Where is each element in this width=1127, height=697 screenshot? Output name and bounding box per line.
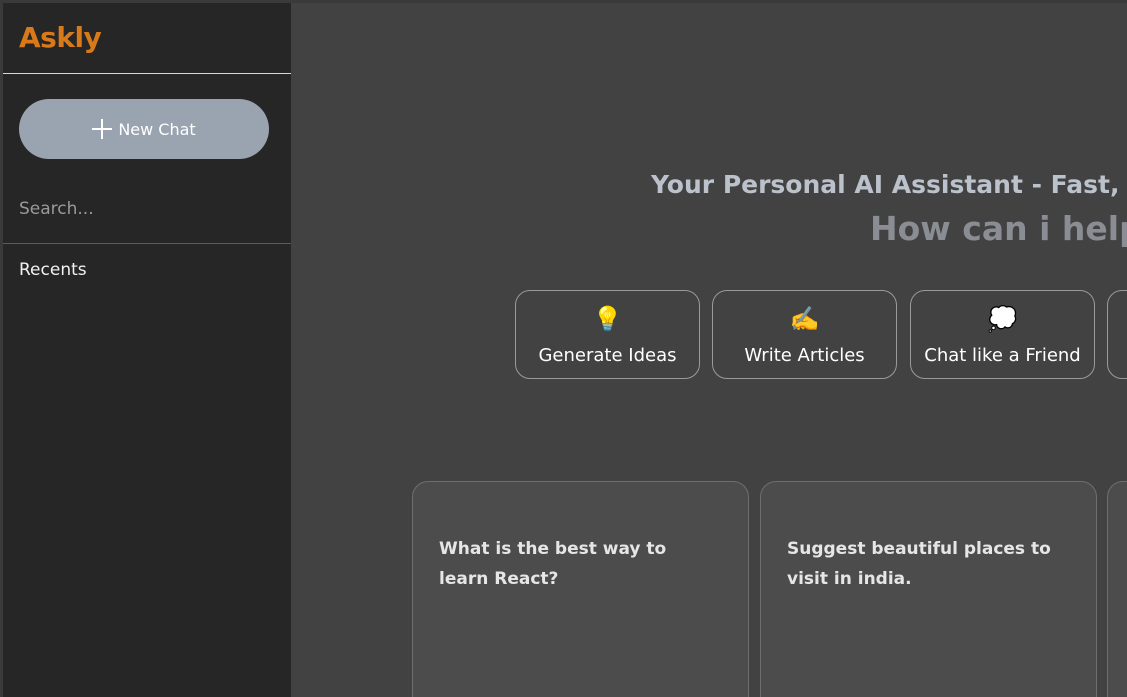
prompt-card-places-india[interactable]: Suggest beautiful places to visit in ind… xyxy=(760,481,1097,697)
chip-partial[interactable] xyxy=(1107,290,1127,379)
chip-label: Write Articles xyxy=(744,345,865,366)
recents-heading: Recents xyxy=(19,260,87,280)
prompt-card-partial[interactable] xyxy=(1107,481,1127,697)
prompt-card-text: What is the best way to learn React? xyxy=(439,539,667,589)
sidebar: Askly New Chat Recents xyxy=(3,3,291,697)
search-input[interactable] xyxy=(19,193,274,225)
chip-label: Chat like a Friend xyxy=(924,345,1081,366)
tagline: Your Personal AI Assistant - Fast, F xyxy=(651,170,1127,199)
app: Askly New Chat Recents Your Personal AI … xyxy=(0,0,1127,697)
app-frame: Askly New Chat Recents Your Personal AI … xyxy=(3,3,1127,697)
search-divider xyxy=(3,243,291,244)
greeting-heading: How can i help xyxy=(870,209,1127,248)
prompt-card-text: Suggest beautiful places to visit in ind… xyxy=(787,539,1051,589)
main-panel: Your Personal AI Assistant - Fast, F How… xyxy=(291,3,1127,697)
chip-generate-ideas[interactable]: 💡 Generate Ideas xyxy=(515,290,700,379)
plus-icon xyxy=(92,119,113,139)
chip-label: Generate Ideas xyxy=(538,345,677,366)
brand-logo[interactable]: Askly xyxy=(19,21,102,54)
new-chat-label: New Chat xyxy=(118,119,196,139)
lightbulb-icon: 💡 xyxy=(592,305,623,333)
writing-hand-icon: ✍️ xyxy=(789,305,820,333)
brand-divider xyxy=(3,73,291,74)
chip-write-articles[interactable]: ✍️ Write Articles xyxy=(712,290,897,379)
chip-chat-like-a-friend[interactable]: 💭 Chat like a Friend xyxy=(910,290,1095,379)
prompt-card-learn-react[interactable]: What is the best way to learn React? xyxy=(412,481,749,697)
thought-bubble-icon: 💭 xyxy=(987,305,1018,333)
new-chat-button[interactable]: New Chat xyxy=(19,99,269,159)
